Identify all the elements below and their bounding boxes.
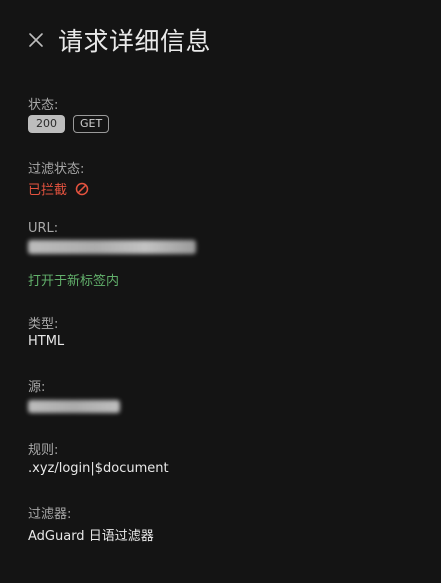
method-badge: GET — [73, 115, 110, 133]
source-value-redacted — [28, 400, 120, 413]
header: 请求详细信息 — [26, 22, 211, 58]
blocked-icon — [75, 182, 89, 195]
source-label: 源: — [28, 380, 46, 395]
page-title: 请求详细信息 — [58, 27, 212, 56]
url-label: URL: — [28, 221, 59, 236]
rule-label: 规则: — [28, 443, 59, 458]
request-details-panel: 请求详细信息 状态: 200 GET 过滤状态: 已拦截 URL: 打开于新标签… — [0, 0, 441, 583]
blocked-text: 已拦截 — [28, 183, 68, 198]
filter-label: 过滤器: — [28, 507, 72, 522]
status-badges: 200 GET — [28, 115, 110, 133]
open-in-new-tab-link[interactable]: 打开于新标签内 — [28, 270, 119, 289]
filter-status-value: 已拦截 — [28, 179, 89, 198]
filter-value: AdGuard 日语过滤器 — [28, 529, 154, 544]
close-icon — [29, 33, 43, 47]
rule-value: .xyz/login|$document — [28, 461, 169, 476]
close-button[interactable] — [26, 30, 46, 50]
status-label: 状态: — [28, 98, 59, 113]
type-label: 类型: — [28, 317, 59, 332]
url-value-redacted — [28, 240, 196, 254]
filter-status-label: 过滤状态: — [28, 162, 85, 177]
status-code-badge: 200 — [28, 115, 65, 133]
type-value: HTML — [28, 334, 65, 349]
